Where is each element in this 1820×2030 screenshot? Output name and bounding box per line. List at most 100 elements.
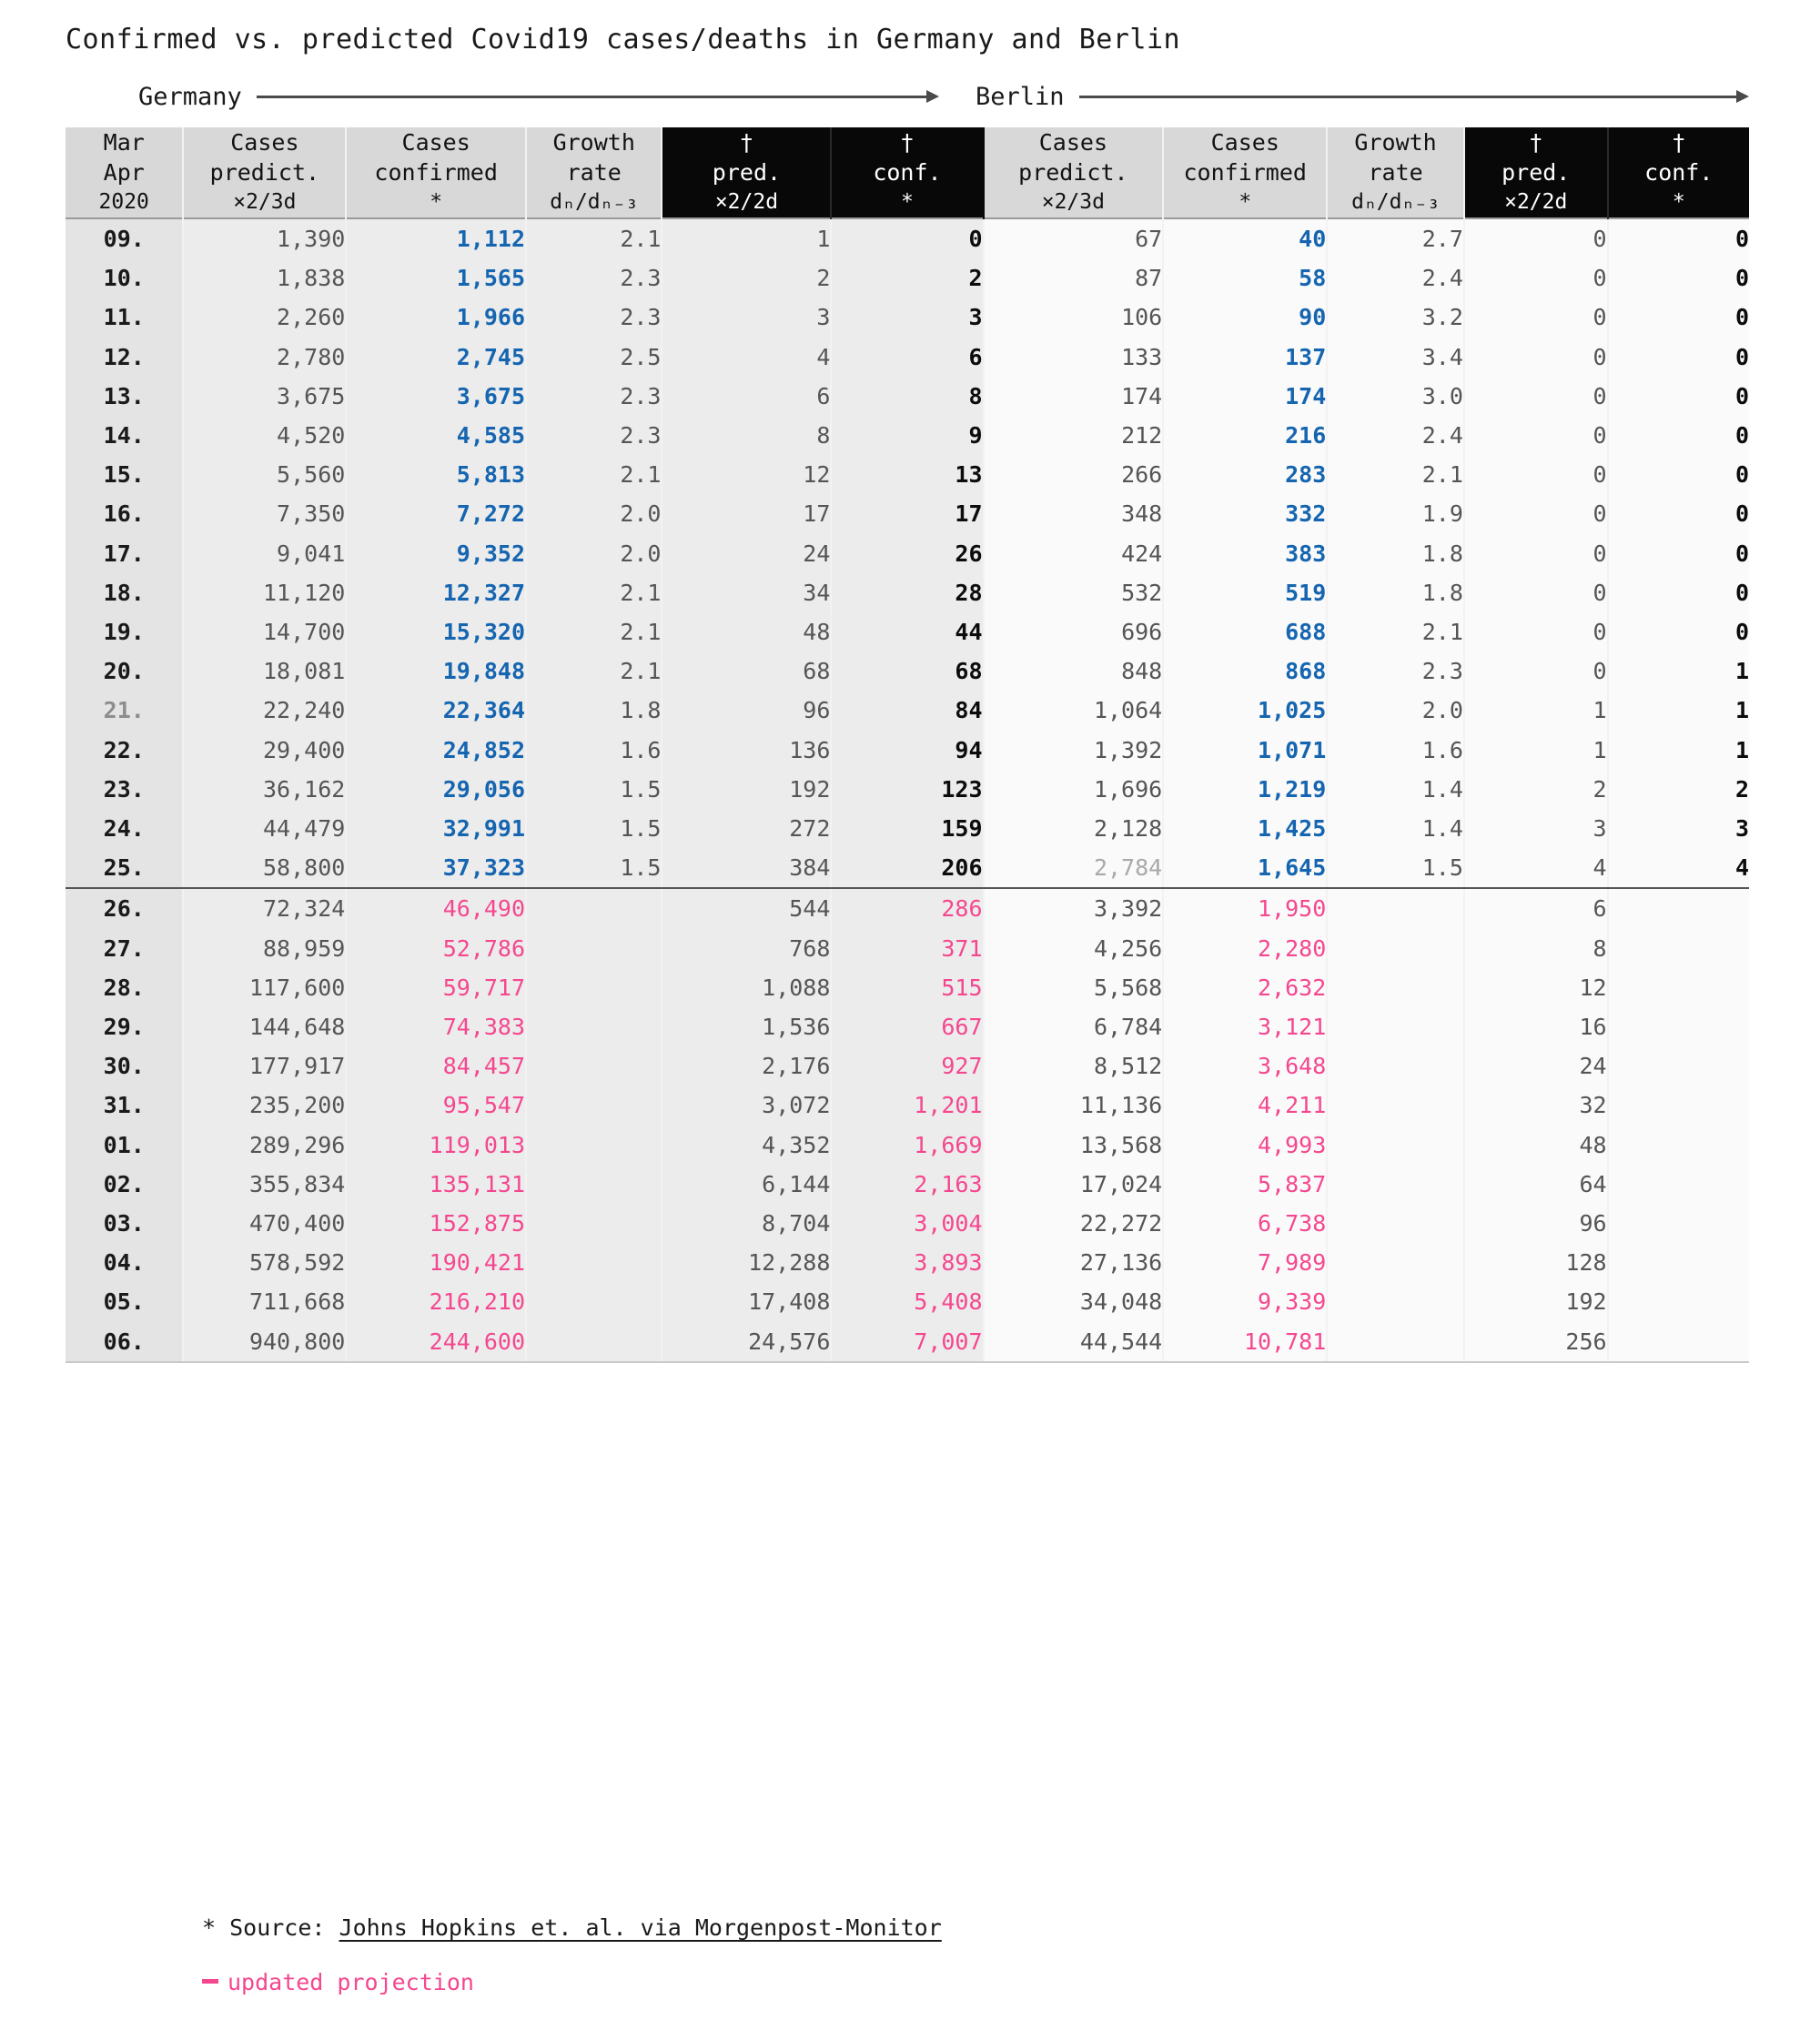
- cell-be-growth-rate: [1327, 1243, 1465, 1283]
- cell-be-deaths-predicted: 8: [1463, 928, 1609, 968]
- cell-be-deaths-predicted: 64: [1463, 1164, 1609, 1205]
- cell-de-cases-confirmed: 3,675: [346, 376, 528, 417]
- cell-de-cases-predicted: 470,400: [183, 1204, 348, 1244]
- cell-be-cases-predicted: 1,392: [983, 730, 1165, 770]
- cell-date: 18.: [66, 572, 185, 613]
- cell-be-deaths-predicted: 32: [1463, 1086, 1609, 1126]
- cell-date: 03.: [66, 1204, 185, 1244]
- cell-de-deaths-confirmed: 7,007: [831, 1321, 985, 1363]
- cell-de-deaths-predicted: 272: [662, 809, 833, 849]
- cell-de-growth-rate: [526, 928, 663, 968]
- cell-be-cases-predicted: 34,048: [983, 1282, 1165, 1322]
- cell-be-growth-rate: 1.8: [1327, 533, 1465, 573]
- cell-de-cases-predicted: 1,838: [183, 258, 348, 298]
- col-header-be-deaths-confirmed: † conf. *: [1607, 127, 1749, 218]
- table-row: 18. 11,120 12,327 2.1 34 28 532 519 1.8 0 0: [66, 572, 1749, 613]
- cell-be-growth-rate: 2.4: [1327, 416, 1465, 456]
- cell-de-deaths-confirmed: 1,201: [831, 1086, 985, 1126]
- cell-de-cases-confirmed: 152,875: [346, 1204, 528, 1244]
- cell-de-deaths-confirmed: 667: [831, 1007, 985, 1047]
- cell-be-cases-predicted: 133: [983, 337, 1165, 377]
- cell-de-cases-predicted: 44,479: [183, 809, 348, 849]
- table-row: 31. 235,200 95,547 3,072 1,201 11,136 4,211 32: [66, 1086, 1749, 1126]
- cell-de-deaths-predicted: 8: [662, 416, 833, 456]
- cell-be-growth-rate: [1327, 1046, 1465, 1086]
- cell-de-deaths-predicted: 12: [662, 455, 833, 495]
- cell-be-deaths-predicted: 0: [1463, 218, 1609, 259]
- cell-be-cases-predicted: 212: [983, 416, 1165, 456]
- cell-be-deaths-confirmed: 1: [1607, 691, 1749, 731]
- col-header-be-growth-rate: Growth rate dₙ/dₙ₋₃: [1327, 127, 1465, 218]
- cell-be-growth-rate: [1327, 1282, 1465, 1322]
- footnote-source: * Source: Johns Hopkins et. al. via Morg…: [202, 1914, 942, 1941]
- cell-de-cases-predicted: 289,296: [183, 1125, 348, 1165]
- cell-be-cases-confirmed: 216: [1163, 416, 1329, 456]
- cell-be-growth-rate: 1.4: [1327, 769, 1465, 810]
- cell-be-cases-confirmed: 2,280: [1163, 928, 1329, 968]
- cell-be-deaths-confirmed: [1607, 1204, 1749, 1244]
- table-row: 28. 117,600 59,717 1,088 515 5,568 2,632 12: [66, 967, 1749, 1008]
- cell-be-growth-rate: [1327, 888, 1465, 929]
- cell-de-growth-rate: 2.0: [526, 533, 663, 573]
- cell-be-cases-predicted: 1,064: [983, 691, 1165, 731]
- cell-date: 15.: [66, 455, 185, 495]
- cell-date: 25.: [66, 848, 185, 890]
- cell-be-deaths-predicted: 16: [1463, 1007, 1609, 1047]
- cell-be-growth-rate: 2.1: [1327, 612, 1465, 652]
- cell-de-deaths-confirmed: 44: [831, 612, 985, 652]
- cell-de-cases-confirmed: 74,383: [346, 1007, 528, 1047]
- cell-be-cases-predicted: 532: [983, 572, 1165, 613]
- cell-be-cases-confirmed: 519: [1163, 572, 1329, 613]
- cell-be-cases-predicted: 2,128: [983, 809, 1165, 849]
- cell-de-deaths-confirmed: 1,669: [831, 1125, 985, 1165]
- cell-de-cases-predicted: 4,520: [183, 416, 348, 456]
- cell-de-cases-confirmed: 7,272: [346, 494, 528, 534]
- cell-be-deaths-confirmed: [1607, 1046, 1749, 1086]
- cell-be-cases-confirmed: 2,632: [1163, 967, 1329, 1008]
- cell-be-deaths-predicted: 128: [1463, 1243, 1609, 1283]
- page-title: Confirmed vs. predicted Covid19 cases/de…: [66, 24, 1181, 56]
- cell-de-growth-rate: 2.1: [526, 218, 663, 259]
- cell-de-cases-predicted: 29,400: [183, 730, 348, 770]
- cell-de-cases-confirmed: 2,745: [346, 337, 528, 377]
- cell-be-deaths-predicted: 12: [1463, 967, 1609, 1008]
- cell-de-cases-predicted: 940,800: [183, 1321, 348, 1363]
- cell-be-cases-confirmed: 7,989: [1163, 1243, 1329, 1283]
- cell-be-cases-predicted: 106: [983, 298, 1165, 338]
- cell-de-deaths-predicted: 12,288: [662, 1243, 833, 1283]
- cell-de-cases-predicted: 2,260: [183, 298, 348, 338]
- cell-be-cases-confirmed: 5,837: [1163, 1164, 1329, 1205]
- cell-be-cases-predicted: 13,568: [983, 1125, 1165, 1165]
- cell-de-deaths-confirmed: 927: [831, 1046, 985, 1086]
- cell-de-deaths-confirmed: 84: [831, 691, 985, 731]
- cell-de-cases-confirmed: 135,131: [346, 1164, 528, 1205]
- cell-be-growth-rate: 3.0: [1327, 376, 1465, 417]
- cell-date: 14.: [66, 416, 185, 456]
- cell-be-deaths-confirmed: [1607, 1086, 1749, 1126]
- col-header-date: Mar Apr 2020: [66, 127, 185, 218]
- cell-be-growth-rate: [1327, 1321, 1465, 1363]
- cell-de-cases-confirmed: 5,813: [346, 455, 528, 495]
- cross-dagger-icon: †: [900, 129, 915, 156]
- table-row: 26. 72,324 46,490 544 286 3,392 1,950 6: [66, 888, 1749, 929]
- cell-be-deaths-confirmed: 2: [1607, 769, 1749, 810]
- cell-be-growth-rate: 3.2: [1327, 298, 1465, 338]
- cell-de-cases-predicted: 88,959: [183, 928, 348, 968]
- cell-de-deaths-confirmed: 26: [831, 533, 985, 573]
- table-row: 11. 2,260 1,966 2.3 3 3 106 90 3.2 0 0: [66, 298, 1749, 338]
- cell-be-growth-rate: 1.9: [1327, 494, 1465, 534]
- cell-be-deaths-predicted: 0: [1463, 416, 1609, 456]
- cell-de-deaths-confirmed: 94: [831, 730, 985, 770]
- cell-de-growth-rate: 2.1: [526, 455, 663, 495]
- covid-data-table: Mar Apr 2020 Cases predict. ×2/3d Cases …: [66, 127, 1749, 1363]
- cell-be-cases-confirmed: 58: [1163, 258, 1329, 298]
- table-head: Mar Apr 2020 Cases predict. ×2/3d Cases …: [66, 127, 1749, 218]
- cell-be-cases-confirmed: 1,645: [1163, 848, 1329, 890]
- header-row: Mar Apr 2020 Cases predict. ×2/3d Cases …: [66, 127, 1749, 218]
- cell-date: 16.: [66, 494, 185, 534]
- cell-de-growth-rate: [526, 1243, 663, 1283]
- col-header-de-cases-confirmed: Cases confirmed *: [346, 127, 528, 218]
- source-link[interactable]: Johns Hopkins et. al. via Morgenpost-Mon…: [339, 1914, 942, 1941]
- cell-de-cases-confirmed: 22,364: [346, 691, 528, 731]
- table-row: 15. 5,560 5,813 2.1 12 13 266 283 2.1 0 0: [66, 455, 1749, 495]
